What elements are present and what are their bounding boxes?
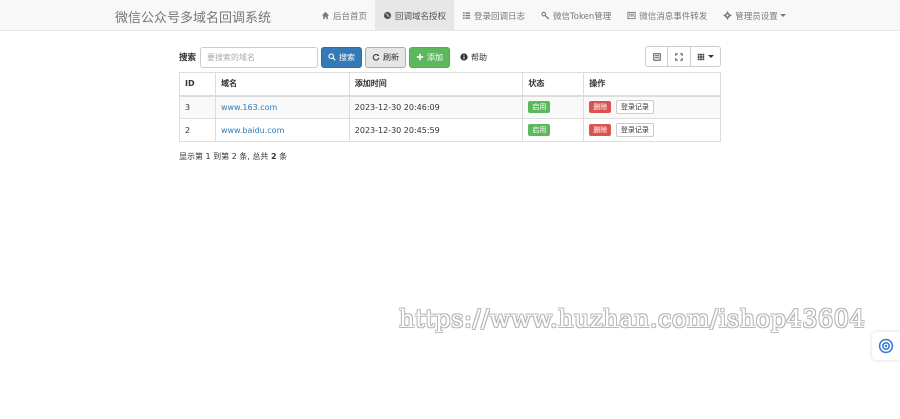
table-tools <box>645 46 721 68</box>
list-alt-icon <box>627 11 636 20</box>
login-log-button[interactable]: 登录记录 <box>615 100 654 115</box>
watermark-text: https://www.huzhan.com/ishop43604 <box>399 305 866 333</box>
help-button-label: 帮助 <box>471 52 488 62</box>
nav-item-label: 后台首页 <box>333 11 368 22</box>
nav-item-label: 登录回调日志 <box>474 11 526 22</box>
caret-down-icon <box>779 14 786 17</box>
status-badge[interactable]: 启用 <box>528 124 551 136</box>
header-time[interactable]: 添加时间 <box>348 72 524 97</box>
delete-button[interactable]: 删除 <box>589 101 612 114</box>
add-button[interactable]: 添加 <box>409 46 451 68</box>
add-button-label: 添加 <box>427 52 444 62</box>
domain-link[interactable]: www.baidu.com <box>221 126 284 135</box>
nav-item-token[interactable]: 微信Token管理 <box>533 0 619 31</box>
delete-button[interactable]: 删除 <box>589 124 612 136</box>
nav-item-login-logs[interactable]: 登录回调日志 <box>454 0 533 31</box>
key-icon <box>541 11 550 20</box>
top-navbar: 微信公众号多域名回调系统 后台首页 回调域名授权 登录回调日志 微信Token管… <box>0 0 900 31</box>
list-alt-icon <box>652 52 661 61</box>
nav-item-label: 微信消息事件转发 <box>639 11 708 22</box>
cell-id: 3 <box>179 95 216 119</box>
refresh-button-label: 刷新 <box>383 52 400 62</box>
caret-down-icon <box>708 55 714 58</box>
refresh-icon <box>372 54 380 61</box>
search-button-label: 搜索 <box>339 52 356 62</box>
cell-actions: 删除 登录记录 <box>583 95 721 119</box>
cell-domain: www.baidu.com <box>214 118 350 142</box>
plus-icon <box>416 53 424 61</box>
status-badge[interactable]: 启用 <box>528 101 551 114</box>
fullscreen-icon <box>675 52 683 61</box>
cell-time: 2023-12-30 20:45:59 <box>348 118 524 142</box>
nav-item-label: 管理员设置 <box>735 11 778 22</box>
pagination-prefix: 显示第 1 到第 2 条, 总共 <box>179 152 271 161</box>
fullscreen-button[interactable] <box>668 46 691 67</box>
table-row: 2 www.baidu.com 2023-12-30 20:45:59 启用 删… <box>179 118 721 142</box>
domain-table: ID 域名 添加时间 状态 操作 3 www.163.com 2023-12-3… <box>179 72 721 142</box>
float-service-widget[interactable] <box>872 332 900 360</box>
header-id[interactable]: ID <box>179 72 216 97</box>
nav-item-home[interactable]: 后台首页 <box>313 0 375 31</box>
nav-item-admin-settings[interactable]: 管理员设置 <box>715 0 794 31</box>
cell-status: 启用 <box>522 95 585 119</box>
gear-icon <box>723 11 732 20</box>
nav-item-callback-domains[interactable]: 回调域名授权 <box>375 0 455 31</box>
search-input[interactable] <box>200 46 319 68</box>
table-row: 3 www.163.com 2023-12-30 20:46:09 启用 删除 … <box>179 95 721 119</box>
pagination-suffix: 条 <box>276 152 288 161</box>
table-header-row: ID 域名 添加时间 状态 操作 <box>179 72 721 97</box>
cell-domain: www.163.com <box>214 95 350 119</box>
cell-actions: 删除 登录记录 <box>583 118 721 142</box>
list-icon <box>462 12 471 19</box>
header-status[interactable]: 状态 <box>522 72 585 97</box>
header-actions: 操作 <box>583 72 721 97</box>
brand-title[interactable]: 微信公众号多域名回调系统 <box>115 7 271 26</box>
search-toolbar: 搜索 搜索 刷新 添加 帮助 <box>179 46 497 68</box>
columns-button[interactable] <box>691 46 721 67</box>
cell-time: 2023-12-30 20:46:09 <box>348 95 524 119</box>
search-button[interactable]: 搜索 <box>321 46 363 68</box>
info-icon <box>460 53 468 61</box>
nav-item-label: 微信Token管理 <box>553 11 612 22</box>
search-icon <box>328 53 336 61</box>
cell-id: 2 <box>179 118 216 142</box>
refresh-button[interactable]: 刷新 <box>365 46 407 68</box>
login-log-button[interactable]: 登录记录 <box>615 123 654 137</box>
service-icon <box>878 338 894 354</box>
home-icon <box>321 11 330 20</box>
toggle-view-button[interactable] <box>645 46 668 67</box>
nav-item-message-forward[interactable]: 微信消息事件转发 <box>619 0 715 31</box>
header-domain[interactable]: 域名 <box>214 72 350 97</box>
pagination-info: 显示第 1 到第 2 条, 总共 2 条 <box>179 151 287 162</box>
main-nav: 后台首页 回调域名授权 登录回调日志 微信Token管理 微信消息事件转发 管理… <box>313 0 794 31</box>
domain-link[interactable]: www.163.com <box>221 103 277 112</box>
th-icon <box>697 53 705 60</box>
help-button[interactable]: 帮助 <box>453 46 495 68</box>
globe-icon <box>383 11 392 20</box>
nav-item-label: 回调域名授权 <box>395 11 447 22</box>
cell-status: 启用 <box>522 118 585 142</box>
search-label: 搜索 <box>179 53 197 63</box>
